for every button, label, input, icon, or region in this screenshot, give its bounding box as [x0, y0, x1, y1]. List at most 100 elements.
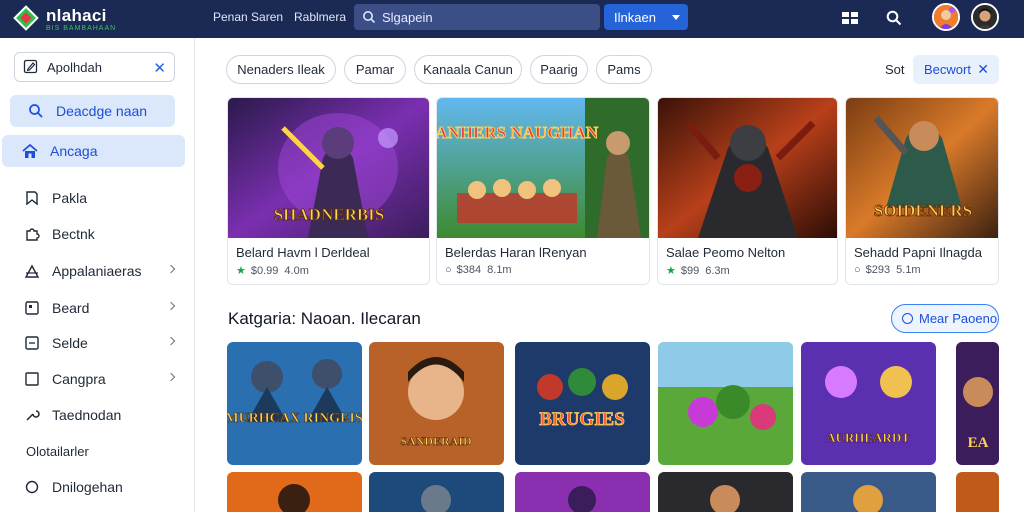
sidebar-item-label: Pakla — [52, 190, 88, 206]
chevron-right-icon — [166, 336, 176, 346]
game-tile[interactable] — [658, 342, 793, 465]
featured-card-1[interactable]: SHADNERBIS Belard Havm l Derldeal ★ $0.9… — [227, 97, 430, 285]
star-icon: ★ — [236, 265, 246, 277]
sort-value: Becwort — [924, 62, 971, 77]
bookmark-icon — [22, 188, 42, 208]
art-title: EA — [968, 435, 989, 451]
card-meta: ★ $99 6.3m — [666, 264, 730, 278]
sidebar-item-label: Dnilogehan — [52, 479, 123, 495]
sidebar-item-label: Bectnk — [52, 226, 95, 242]
sidebar-item-bottom[interactable]: Dnilogehan — [4, 471, 184, 503]
game-tile[interactable]: SANDERAID — [369, 342, 504, 465]
see-more-label: Mear Paoeno — [919, 311, 998, 326]
game-tile[interactable] — [956, 472, 999, 512]
sort-label: Sot — [885, 62, 905, 77]
tent-icon — [22, 261, 42, 281]
circle-icon: ○ — [445, 264, 452, 276]
wrench-icon — [22, 405, 42, 425]
art-title: SHADNERBIS — [274, 205, 385, 224]
search-icon[interactable] — [883, 7, 905, 29]
sidebar-item-label: Appalaniaeras — [52, 263, 142, 279]
sidebar-item-bectnk[interactable]: Bectnk — [4, 218, 184, 250]
card-rating: 4.0m — [284, 264, 309, 277]
filter-chip-4[interactable]: Paarig — [530, 55, 588, 84]
chevron-down-icon — [672, 15, 680, 20]
game-tile[interactable] — [515, 472, 650, 512]
circle-icon — [22, 477, 42, 497]
nav-link-1[interactable]: Penan Saren — [213, 10, 283, 24]
art-title: AURHEARDT — [826, 430, 910, 445]
logo-icon — [13, 5, 40, 32]
sidebar-item-taednodan[interactable]: Taednodan — [4, 399, 184, 431]
square-icon — [22, 369, 42, 389]
game-tile[interactable]: MURHCAX RINGEIS — [227, 342, 362, 465]
sidebar-item-search[interactable]: Deacdge naan — [10, 95, 175, 127]
circle-icon — [902, 313, 913, 324]
sidebar-section-label: Olotailarler — [26, 444, 89, 459]
game-thumbnail — [658, 98, 837, 238]
card-price: $384 — [456, 264, 482, 276]
star-icon: ★ — [666, 265, 676, 277]
sidebar-item-label: Taednodan — [52, 407, 122, 423]
user-avatar[interactable] — [971, 3, 999, 31]
sidebar-item-label: Cangpra — [52, 371, 106, 387]
app-logo[interactable]: nlahaci BIS BAMBAHAAN — [13, 3, 134, 35]
featured-card-3[interactable]: Salae Peomo Nelton ★ $99 6.3m — [657, 97, 838, 285]
chevron-right-icon — [166, 372, 176, 382]
global-search[interactable] — [354, 4, 600, 30]
grid-icon[interactable] — [839, 7, 861, 29]
card-price: $0.99 — [250, 264, 279, 277]
sidebar-item-label: Beard — [52, 300, 90, 316]
card-price: $99 — [680, 264, 700, 277]
filter-chip-2[interactable]: Pamar — [344, 55, 406, 84]
avatar[interactable] — [932, 3, 960, 31]
sidebar-item-home[interactable]: Ancaga — [2, 135, 185, 167]
sidebar-search[interactable]: Apolhdah ✕ — [14, 52, 175, 82]
region-select[interactable]: Ilnkaen — [604, 4, 688, 30]
sidebar-item-selde[interactable]: Selde — [4, 327, 184, 359]
search-icon — [26, 101, 46, 121]
search-input[interactable] — [382, 9, 582, 25]
sort-dropdown[interactable]: Becwort ✕ — [913, 55, 999, 84]
game-tile[interactable] — [369, 472, 504, 512]
card-title: Salae Peomo Nelton — [666, 245, 786, 260]
filter-chip-5[interactable]: Pams — [596, 55, 652, 84]
filter-chip-3[interactable]: Kanaala Canun — [414, 55, 522, 84]
game-tile[interactable] — [227, 472, 362, 512]
sidebar-item-apps[interactable]: Appalaniaeras — [4, 255, 184, 287]
art-title: MURHCAX RINGEIS — [227, 411, 362, 426]
art-title: SANHERS NAUGHAN — [437, 123, 599, 142]
section-title: Katgaria: Naoan. Ilecaran — [228, 309, 421, 328]
featured-card-4[interactable]: SOIDENERS Sehadd Papni Ilnagda ○ $293 5.… — [845, 97, 999, 285]
game-tile[interactable]: BRUGIES — [515, 342, 650, 465]
game-thumbnail: SOIDENERS — [846, 98, 998, 238]
sidebar-item-label: Deacdge naan — [56, 103, 148, 119]
puzzle-icon — [22, 224, 42, 244]
circle-icon: ○ — [854, 264, 861, 276]
game-tile[interactable] — [801, 472, 936, 512]
card-meta: ○ $384 8.1m — [445, 264, 512, 276]
sidebar-item-label: Ancaga — [50, 143, 98, 159]
close-icon[interactable]: ✕ — [153, 59, 166, 77]
art-title: SOIDENERS — [874, 201, 972, 220]
card-title: Belerdas Haran lRenyan — [445, 245, 587, 260]
see-more-button[interactable]: Mear Paoeno — [891, 304, 999, 333]
close-icon[interactable]: ✕ — [977, 61, 989, 78]
card-title: Sehadd Papni Ilnagda — [854, 245, 982, 260]
nav-link-2[interactable]: Rablmera — [294, 10, 346, 24]
square-icon — [22, 298, 42, 318]
sidebar-item-beard[interactable]: Beard — [4, 292, 184, 324]
sidebar-search-value: Apolhdah — [47, 59, 102, 75]
logo-subtitle: BIS BAMBAHAAN — [46, 24, 117, 32]
game-tile[interactable]: AURHEARDT — [801, 342, 936, 465]
sidebar-item-cangpra[interactable]: Cangpra — [4, 363, 184, 395]
top-bar: nlahaci BIS BAMBAHAAN Penan Saren Rablme… — [0, 0, 1024, 38]
card-price: $293 — [865, 264, 891, 276]
game-tile[interactable] — [658, 472, 793, 512]
filter-chip-1[interactable]: Nenaders Ileak — [226, 55, 336, 84]
edit-icon — [23, 59, 38, 74]
game-tile[interactable]: EA — [956, 342, 999, 465]
sidebar-item-pakla[interactable]: Pakla — [4, 182, 184, 214]
sidebar: Apolhdah ✕ Deacdge naan Ancaga Pakla Bec… — [0, 38, 195, 512]
featured-card-2[interactable]: SANHERS NAUGHAN Belerdas Haran lRenyan ○… — [436, 97, 650, 285]
